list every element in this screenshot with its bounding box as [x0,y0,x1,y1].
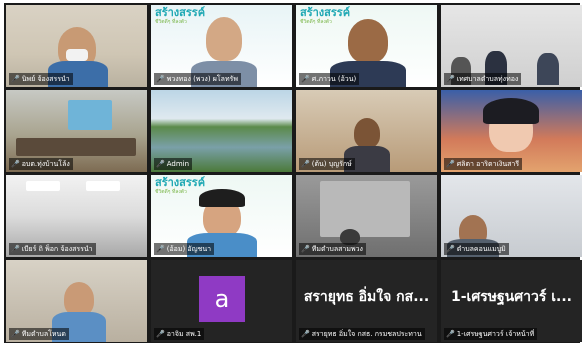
participant-name: 🎤 ตำบลคอนแมบูมิ [444,243,509,255]
mic-muted-icon: 🎤 [446,75,455,83]
participant-name: 🎤 พวงทอง (พวง) ผโลทรัพ [154,73,241,85]
participant-tile[interactable]: 🎤 เทศบาลตำบลทุ่งทอง [441,5,582,87]
mic-muted-icon: 🎤 [446,245,455,253]
participant-name: 🎤 อบต.ทุ่งบ้านโล้ง [9,158,73,170]
participant-tile[interactable]: 🎤 อบต.ทุ่งบ้านโล้ง [6,90,147,172]
participant-tile[interactable]: 🎤 เบียร์ ถิ พ็อก จ้องสรรนำ [6,175,147,257]
participant-name: 🎤 ทีมตำบลโหนด [9,328,69,340]
mic-muted-icon: 🎤 [11,160,20,168]
participant-tile[interactable]: 🎤 ทีมตำบลสามพวง [296,175,437,257]
participant-tile[interactable]: a 🎤 อาจิม สพ.1 [151,260,292,342]
participant-tile[interactable]: สร้างสรรค์ ชีวิตดีๆ ที่ลงตัว 🎤 (อ้อม) อัญช… [151,175,292,257]
brand-logo: สร้างสรรค์ ชีวิตดีๆ ที่ลงตัว [155,6,206,26]
participant-name: 🎤 เทศบาลตำบลทุ่งทอง [444,73,522,85]
participant-tile[interactable]: สร้างสรรค์ ชีวิตดีๆ ที่ลงตัว 🎤 พวงทอง (พวง… [151,5,292,87]
participant-name: 🎤 ทีมตำบลสามพวง [299,243,366,255]
participant-tile[interactable]: 1-เศรษฐนศาวร์ เ... 🎤 1-เศรษฐนศาวร์ เจ้าหน… [441,260,582,342]
participant-tile[interactable]: 🎤 Admin [151,90,292,172]
mic-muted-icon: 🎤 [301,330,310,338]
mic-muted-icon: 🎤 [301,75,310,83]
participant-name: 🎤 Admin [154,158,193,170]
mic-muted-icon: 🎤 [11,75,20,83]
participant-name: 🎤 เบียร์ ถิ พ็อก จ้องสรรนำ [9,243,96,255]
participant-name: 🎤 อาจิม สพ.1 [154,328,205,340]
mic-muted-icon: 🎤 [446,330,455,338]
brand-logo: สร้างสรรค์ ชีวิตดีๆ ที่ลงตัว [155,176,206,196]
participant-name: 🎤 ศ.ภาวน (อ้วน) [299,73,360,85]
mic-muted-icon: 🎤 [156,75,165,83]
mic-muted-icon: 🎤 [11,245,20,253]
participant-name: 🎤 1-เศรษฐนศาวร์ เจ้าหน้าที่ [444,328,538,340]
participant-name: 🎤 สรายุทธ อิ่มใจ กสธ. กรมชลประทาน [299,328,425,340]
participant-tile[interactable]: 🎤 ศลิตา อาริตาเงินสารี [441,90,582,172]
mic-muted-icon: 🎤 [156,245,165,253]
mic-muted-icon: 🎤 [446,160,455,168]
mic-muted-icon: 🎤 [301,245,310,253]
video-grid: 🎤 นิพย์ จ้องสรรนำ สร้างสรรค์ ชีวิตดีๆ ที่ล… [4,3,582,343]
participant-name: 🎤 (อ้อม) อัญชนา [154,243,215,255]
mic-muted-icon: 🎤 [11,330,20,338]
avatar: a [199,276,245,322]
participant-tile[interactable]: 🎤 (ต้น) บุญรักษ์ [296,90,437,172]
brand-logo: สร้างสรรค์ ชีวิตดีๆ ที่ลงตัว [300,6,351,26]
participant-name: 🎤 ศลิตา อาริตาเงินสารี [444,158,523,170]
participant-tile[interactable]: 🎤 ทีมตำบลโหนด [6,260,147,342]
mic-muted-icon: 🎤 [156,160,165,168]
participant-name: 🎤 นิพย์ จ้องสรรนำ [9,73,73,85]
mic-muted-icon: 🎤 [156,330,165,338]
participant-display-name: สรายุทธ อิ่มใจ กส... [303,289,430,305]
participant-name: 🎤 (ต้น) บุญรักษ์ [299,158,355,170]
participant-display-name: 1-เศรษฐนศาวร์ เ... [450,289,572,305]
participant-tile[interactable]: สรายุทธ อิ่มใจ กส... 🎤 สรายุทธ อิ่มใจ กสธ… [296,260,437,342]
active-speaker-tile[interactable]: สร้างสรรค์ ชีวิตดีๆ ที่ลงตัว 🎤 ศ.ภาวน (อ้ว… [296,5,437,87]
mic-muted-icon: 🎤 [301,160,310,168]
participant-tile[interactable]: 🎤 ตำบลคอนแมบูมิ [441,175,582,257]
participant-tile[interactable]: 🎤 นิพย์ จ้องสรรนำ [6,5,147,87]
